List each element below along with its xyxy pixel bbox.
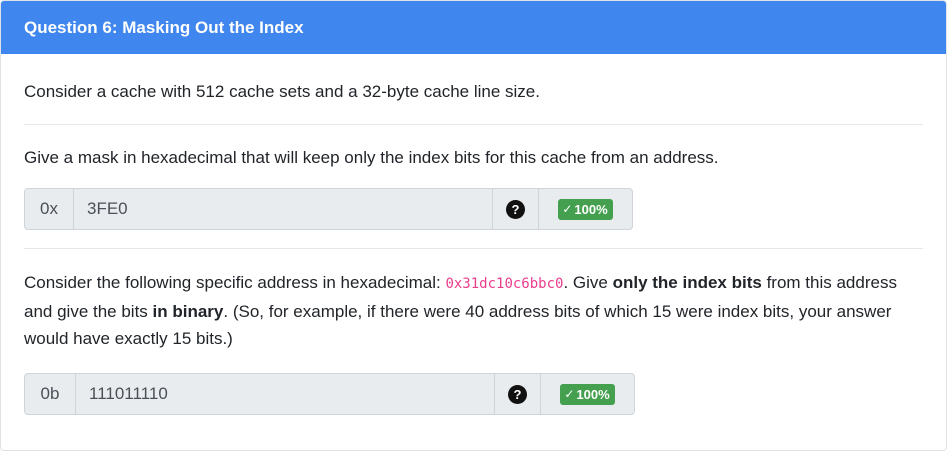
index-bits-answer-field[interactable]: 111011110 [76,374,495,414]
score-text: 100% [576,386,610,402]
check-icon: ✓ [564,386,575,401]
question-title: Question 6: Masking Out the Index [1,1,946,54]
part2-prompt: Consider the following specific address … [24,249,923,373]
help-button[interactable]: ? [493,189,539,229]
part1-prompt: Give a mask in hexadecimal that will kee… [24,148,719,167]
index-bits-answer-group: 0b 111011110 ? ✓ 100% [24,373,635,415]
help-button[interactable]: ? [495,374,541,414]
score-badge: ✓ 100% [558,198,613,220]
part2-text-b: . Give [563,273,613,292]
question-card: Question 6: Masking Out the Index Consid… [0,0,947,451]
address-code: 0x31dc10c6bbc0 [445,276,564,292]
mask-answer-group: 0x 3FE0 ? ✓ 100% [24,188,633,230]
hex-prefix: 0x [25,189,74,229]
mask-answer-field[interactable]: 3FE0 [74,189,493,229]
part2-text-a: Consider the following specific address … [24,273,446,292]
part2-bold-a: only the index bits [612,273,762,292]
score-cell: ✓ 100% [539,189,632,229]
question-circle-icon: ? [508,384,527,404]
part2-bold-b: in binary [152,302,224,321]
check-icon: ✓ [562,201,573,216]
score-text: 100% [574,201,608,217]
score-badge: ✓ 100% [560,383,615,405]
score-cell: ✓ 100% [541,374,634,414]
question-body: Consider a cache with 512 cache sets and… [1,54,946,415]
intro-text: Consider a cache with 512 cache sets and… [24,82,540,101]
binary-prefix: 0b [25,374,76,414]
question-circle-icon: ? [506,199,525,219]
